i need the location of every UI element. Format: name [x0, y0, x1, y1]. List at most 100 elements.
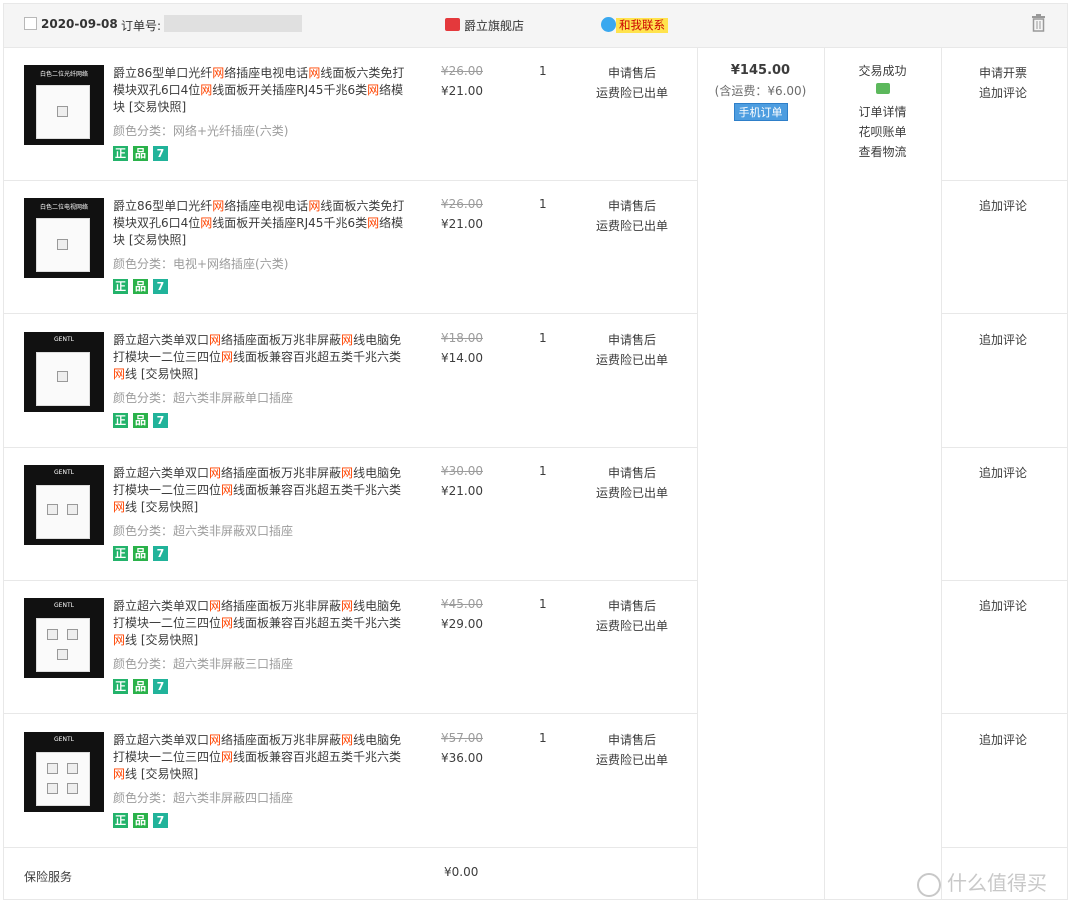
tmall-shop-icon [445, 18, 460, 31]
shipping-insurance-link[interactable]: 运费险已出单 [596, 351, 668, 368]
after-sales-link[interactable]: 申请售后 [608, 331, 656, 348]
seven-day-return-icon[interactable]: 7 [153, 279, 168, 295]
product-thumbnail[interactable]: 白色二位光纤网络 [24, 65, 104, 145]
genuine-badge-icon[interactable]: 正 [113, 279, 128, 295]
title-segment: 线面板兼容百兆超五类千兆六类 [233, 616, 402, 631]
after-sales-link[interactable]: 申请售后 [608, 597, 656, 614]
original-price: ¥18.00 [441, 330, 483, 345]
product-thumbnail[interactable]: GENTL [24, 731, 104, 812]
genuine-badge-icon[interactable]: 正 [113, 412, 128, 428]
row-divider [941, 579, 1068, 581]
title-segment: 网 [113, 499, 126, 514]
product-thumbnail[interactable]: GENTL [24, 331, 104, 412]
socket-port-icon [67, 782, 78, 794]
title-segment: 网 [221, 616, 234, 631]
title-segment: 网 [113, 366, 126, 381]
product-title-link[interactable]: 爵立超六类单双口网络插座面板万兆非屏蔽网线电脑免打模块一二位三四位网线面板兼容百… [113, 332, 405, 383]
title-segment: 线面板开关插座RJ45千兆6类 [212, 216, 368, 231]
row-divider [4, 847, 697, 848]
product-title-link[interactable]: 爵立86型单口光纤网络插座电视电话网线面板六类免打模块双孔6口4位网线面板开关插… [113, 198, 405, 249]
shipping-insurance-link[interactable]: 运费险已出单 [596, 84, 668, 101]
watermark: 什么值得买 [917, 867, 1047, 897]
message-icon[interactable] [875, 83, 890, 94]
product-badges: 正品7 [113, 679, 173, 695]
row-divider [941, 180, 1068, 181]
paid-price: ¥29.00 [441, 617, 483, 632]
logistics-link[interactable]: 查看物流 [824, 142, 941, 162]
after-sales-link[interactable]: 申请售后 [608, 731, 656, 748]
after-sales-link[interactable]: 申请售后 [608, 64, 656, 81]
order-item-row: 白色二位电视网络 爵立86型单口光纤网络插座电视电话网线面板六类免打模块双孔6口… [4, 180, 697, 313]
seven-day-return-icon[interactable]: 7 [153, 812, 168, 828]
title-segment: 网 [209, 465, 222, 480]
col-divider [824, 47, 825, 899]
add-review-link[interactable]: 追加评论 [979, 197, 1027, 214]
socket-plate-image [36, 484, 90, 539]
socket-port-icon [47, 762, 58, 774]
thumbnail-caption: 白色二位光纤网络 [39, 71, 88, 78]
title-segment: 爵立超六类单双口 [113, 332, 210, 347]
insurance-label: 保险服务 [24, 870, 73, 884]
socket-port-icon [57, 239, 68, 251]
seven-day-return-icon[interactable]: 7 [153, 545, 168, 561]
order-item-row: GENTL 爵立超六类单双口网络插座面板万兆非屏蔽网线电脑免打模块一二位三四位网… [4, 447, 697, 580]
quality-badge-icon[interactable]: 品 [133, 545, 148, 561]
genuine-badge-icon[interactable]: 正 [113, 545, 128, 561]
row-divider [941, 313, 1068, 315]
product-thumbnail[interactable]: 白色二位电视网络 [24, 198, 104, 279]
product-title-link[interactable]: 爵立超六类单双口网络插座面板万兆非屏蔽网线电脑免打模块一二位三四位网线面板兼容百… [113, 465, 405, 516]
title-segment: 网 [212, 66, 225, 80]
socket-port-icon [57, 649, 68, 661]
quality-badge-icon[interactable]: 品 [133, 279, 148, 295]
genuine-badge-icon[interactable]: 正 [113, 146, 128, 161]
shipping-insurance-link[interactable]: 运费险已出单 [596, 484, 668, 501]
product-title-link[interactable]: 爵立86型单口光纤网络插座电视电话网线面板六类免打模块双孔6口4位网线面板开关插… [113, 65, 405, 116]
shipping-insurance-link[interactable]: 运费险已出单 [596, 617, 668, 634]
quality-badge-icon[interactable]: 品 [133, 679, 148, 695]
huabei-bill-link[interactable]: 花呗账单 [824, 122, 941, 142]
product-title-link[interactable]: 爵立超六类单双口网络插座面板万兆非屏蔽网线电脑免打模块一二位三四位网线面板兼容百… [113, 732, 405, 783]
add-review-link[interactable]: 追加评论 [979, 331, 1027, 348]
chat-icon[interactable] [601, 17, 616, 32]
genuine-badge-icon[interactable]: 正 [113, 679, 128, 695]
quantity: 1 [539, 463, 547, 478]
quality-badge-icon[interactable]: 品 [133, 412, 148, 428]
quality-badge-icon[interactable]: 品 [133, 146, 148, 161]
after-sales-link[interactable]: 申请售后 [608, 197, 656, 214]
shipping-insurance-link[interactable]: 运费险已出单 [596, 217, 668, 234]
contact-seller-button[interactable]: 和我联系 [616, 18, 668, 33]
mobile-order-tag: 手机订单 [733, 103, 788, 121]
title-segment: 线 [交易快照] [125, 499, 199, 514]
add-review-link[interactable]: 追加评论 [979, 597, 1027, 614]
title-segment: 网 [209, 599, 222, 614]
add-review-link[interactable]: 追加评论 [979, 464, 1027, 481]
original-price: ¥26.00 [441, 64, 483, 78]
product-title-link[interactable]: 爵立超六类单双口网络插座面板万兆非屏蔽网线电脑免打模块一二位三四位网线面板兼容百… [113, 598, 405, 649]
product-thumbnail[interactable]: GENTL [24, 464, 104, 545]
order-checkbox[interactable] [24, 17, 37, 30]
shipping-insurance-link[interactable]: 运费险已出单 [596, 751, 668, 768]
product-thumbnail[interactable]: GENTL [24, 598, 104, 679]
seven-day-return-icon[interactable]: 7 [153, 146, 168, 161]
title-segment: 网 [341, 599, 354, 614]
order-detail-link[interactable]: 订单详情 [824, 102, 941, 122]
add-review-link[interactable]: 追加评论 [979, 731, 1027, 748]
original-price: ¥45.00 [441, 597, 483, 612]
title-segment: 网 [341, 465, 354, 480]
shop-name-link[interactable]: 爵立旗舰店 [464, 17, 524, 34]
quantity: 1 [539, 730, 547, 745]
request-invoice-link[interactable]: 申请开票 [979, 64, 1027, 81]
seven-day-return-icon[interactable]: 7 [153, 412, 168, 428]
title-segment: 线面板开关插座RJ45千兆6类 [212, 83, 368, 97]
trash-icon[interactable] [1031, 14, 1046, 32]
genuine-badge-icon[interactable]: 正 [113, 812, 128, 828]
order-status: 交易成功 订单详情 花呗账单 查看物流 [824, 47, 941, 162]
after-sales-link[interactable]: 申请售后 [608, 464, 656, 481]
seven-day-return-icon[interactable]: 7 [153, 679, 168, 695]
add-review-link[interactable]: 追加评论 [979, 84, 1027, 101]
quality-badge-icon[interactable]: 品 [133, 812, 148, 828]
product-badges: 正品7 [113, 412, 173, 428]
socket-port-icon [67, 762, 78, 774]
title-segment: 网 [221, 749, 234, 764]
product-badges: 正品7 [113, 146, 173, 161]
